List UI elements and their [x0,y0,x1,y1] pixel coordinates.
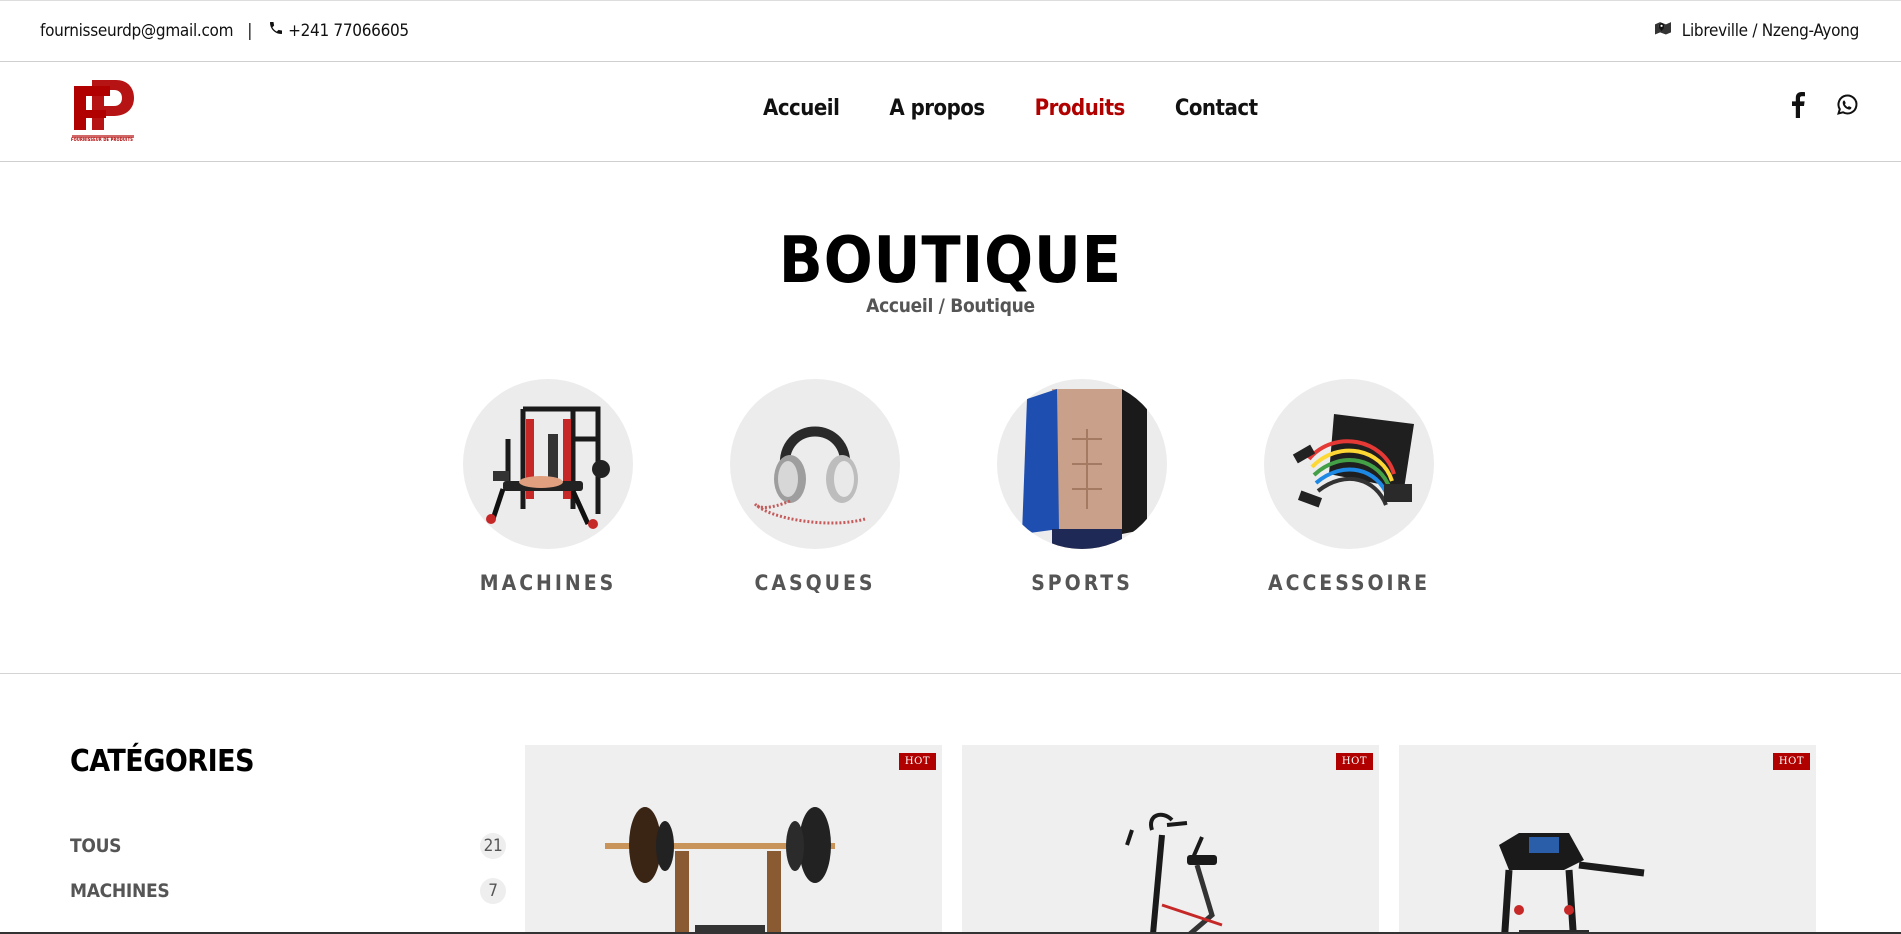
nav-contact[interactable]: Contact [1175,96,1258,121]
sidebar-title: CATÉGORIES [70,744,255,779]
page-title: BOUTIQUE [778,224,1123,298]
location-info: Libreville / Nzeng-Ayong [1654,20,1859,41]
category-sports[interactable]: SPORTS [997,379,1167,595]
nav-a-propos[interactable]: A propos [889,96,985,121]
social-links [1791,92,1859,122]
category-item-machines[interactable]: MACHINES 7 [70,868,506,913]
category-label: SPORTS [1031,571,1133,595]
category-label: ACCESSOIRE [1267,571,1431,595]
category-count: 7 [480,877,506,904]
whatsapp-icon[interactable] [1835,93,1859,121]
barbell-rack-image [605,807,835,934]
category-casques[interactable]: CASQUES [730,379,900,595]
machines-image [463,379,633,549]
phone-number[interactable]: +241 77066605 [288,21,409,41]
category-item-label: MACHINES [70,879,170,902]
category-item-label: TOUS [70,834,122,857]
location-text: Libreville / Nzeng-Ayong [1681,20,1860,41]
facebook-icon[interactable] [1791,92,1805,122]
top-info-bar: fournisseurdp@gmail.com | +241 77066605 … [0,0,1901,62]
nav-produits[interactable]: Produits [1035,96,1126,121]
product-card[interactable]: HOT [525,745,942,934]
logo-caption: FOURNISSEUR DE PRODUITS [70,137,134,142]
nav-accueil[interactable]: Accueil [763,96,840,121]
main-menu: Accueil A propos Produits Contact [763,96,1258,121]
exercise-bike-image [1125,812,1223,934]
casques-image [730,379,900,549]
category-count: 21 [480,832,506,859]
product-card[interactable]: HOT [962,745,1379,934]
category-accessoire[interactable]: ACCESSOIRE [1264,379,1434,595]
product-card[interactable]: HOT [1399,745,1816,934]
category-label: CASQUES [754,571,876,595]
category-machines[interactable]: MACHINES [463,379,633,595]
phone-icon [268,20,284,41]
separator: | [247,20,253,41]
category-label: MACHINES [479,571,617,595]
accessoire-image [1264,379,1434,549]
main-navbar: FOURNISSEUR DE PRODUITS Accueil A propos… [0,62,1901,162]
boutique-hero: BOUTIQUE Accueil / Boutique MACHINES CAS… [0,162,1901,674]
breadcrumb[interactable]: Accueil / Boutique [0,295,1901,317]
category-showcase: MACHINES CASQUES SPORTS ACCESSOIRE [463,379,1434,595]
product-grid: HOT HOT HOT [525,745,1816,934]
treadmill-image [1499,833,1645,934]
sports-image [997,379,1167,549]
category-list: TOUS 21 MACHINES 7 [70,823,506,913]
contact-info: fournisseurdp@gmail.com | +241 77066605 [40,20,409,41]
site-logo[interactable]: FOURNISSEUR DE PRODUITS [64,76,140,146]
email-link[interactable]: fournisseurdp@gmail.com [40,21,234,41]
category-item-tous[interactable]: TOUS 21 [70,823,506,868]
map-icon [1654,20,1672,41]
categories-sidebar: CATÉGORIES TOUS 21 MACHINES 7 [70,744,506,913]
